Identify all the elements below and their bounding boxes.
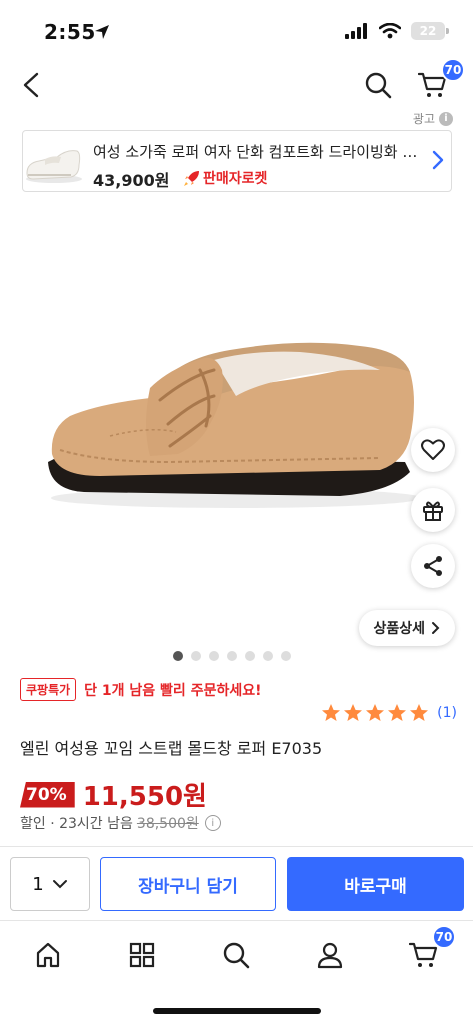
seller-rocket-badge: 판매자로켓: [183, 168, 267, 188]
info-icon: i: [439, 111, 453, 126]
deal-tag: 쿠팡특가: [20, 678, 77, 701]
tab-home[interactable]: [28, 935, 68, 975]
gallery-dot[interactable]: [209, 651, 219, 661]
deal-row: 쿠팡특가 단 1개 남음 빨리 주문하세요!: [20, 678, 261, 701]
back-arrow-icon: [23, 72, 39, 98]
status-indicators: 22: [345, 22, 449, 40]
product-title: 엘린 여성용 꼬임 스트랩 몰드창 로퍼 E7035: [20, 739, 323, 758]
seller-rocket-label: 판매자로켓: [203, 171, 268, 187]
chevron-right-icon: [432, 150, 444, 170]
price-sub-row: 할인 · 23시간 남음 38,500원 i: [20, 813, 221, 833]
status-time: 2:55: [44, 20, 96, 44]
chevron-right-icon: [432, 622, 440, 634]
heart-icon: [421, 439, 445, 460]
status-bar: 2:55 22: [0, 0, 473, 60]
star-icon: [344, 704, 363, 721]
ad-title: 여성 소가죽 로퍼 여자 단화 컴포트화 드라이빙화 로퍼: [93, 143, 423, 161]
quantity-select[interactable]: 1: [10, 857, 90, 911]
add-to-cart-button[interactable]: 장바구니 담기: [100, 857, 276, 911]
user-icon: [317, 942, 343, 969]
gallery-dot[interactable]: [173, 651, 183, 661]
search-icon: [365, 72, 392, 99]
ad-label-text: 광고: [412, 112, 435, 126]
wishlist-button[interactable]: [411, 428, 455, 472]
tab-cart[interactable]: 70: [404, 925, 456, 975]
search-button[interactable]: [361, 68, 395, 102]
star-icon: [366, 704, 385, 721]
tab-search[interactable]: [216, 935, 256, 975]
gallery-dot[interactable]: [227, 651, 237, 661]
rating-row[interactable]: (1): [321, 703, 457, 723]
wifi-icon: [379, 23, 401, 39]
price-row: 70% 11,550원: [20, 776, 207, 813]
grid-icon: [129, 942, 155, 968]
share-button[interactable]: [411, 544, 455, 588]
gallery-dot[interactable]: [191, 651, 201, 661]
info-icon[interactable]: i: [204, 815, 221, 831]
tab-categories[interactable]: [122, 935, 162, 975]
ad-price: 43,900원: [93, 171, 170, 190]
discount-timer: 할인 · 23시간 남음: [20, 816, 133, 832]
battery-indicator: 22: [411, 22, 449, 40]
ad-product-thumbnail: [26, 150, 82, 183]
sale-price: 11,550원: [82, 782, 207, 812]
discount-badge: 70%: [20, 781, 75, 808]
cart-button[interactable]: 70: [415, 58, 465, 102]
product-image[interactable]: [0, 200, 473, 640]
share-icon: [424, 556, 442, 576]
gallery-dot[interactable]: [263, 651, 273, 661]
home-icon: [36, 942, 60, 968]
signal-icon: [345, 23, 367, 39]
ad-label[interactable]: 광고 i: [413, 110, 453, 127]
tab-my-account[interactable]: [310, 935, 350, 975]
star-icon: [322, 704, 341, 721]
original-price: 38,500원: [136, 816, 199, 832]
quantity-value: 1: [32, 873, 44, 895]
cart-count-badge: 70: [441, 58, 465, 82]
top-nav: 70: [0, 58, 473, 110]
star-icon: [410, 704, 429, 721]
product-detail-label: 상품상세: [373, 621, 425, 637]
location-arrow-icon: [95, 25, 109, 39]
back-button[interactable]: [16, 68, 46, 102]
gallery-pagination[interactable]: [173, 651, 291, 661]
gallery-dot[interactable]: [281, 651, 291, 661]
gallery-dot[interactable]: [245, 651, 255, 661]
stock-message: 단 1개 남음 빨리 주문하세요!: [84, 682, 262, 699]
gift-button[interactable]: [411, 488, 455, 532]
purchase-bar: 1 장바구니 담기 바로구매: [0, 846, 473, 920]
chevron-down-icon: [52, 880, 67, 889]
rocket-icon: [184, 171, 199, 186]
search-icon: [223, 942, 250, 969]
gift-icon: [423, 501, 443, 521]
product-detail-button[interactable]: 상품상세: [359, 610, 455, 646]
review-count[interactable]: (1): [437, 705, 457, 721]
cart-count-badge: 70: [432, 925, 456, 949]
star-icon: [388, 704, 407, 721]
home-indicator: [153, 1008, 321, 1014]
buy-now-button[interactable]: 바로구매: [287, 857, 464, 911]
ad-banner[interactable]: 여성 소가죽 로퍼 여자 단화 컴포트화 드라이빙화 로퍼 43,900원 판매…: [22, 130, 452, 192]
